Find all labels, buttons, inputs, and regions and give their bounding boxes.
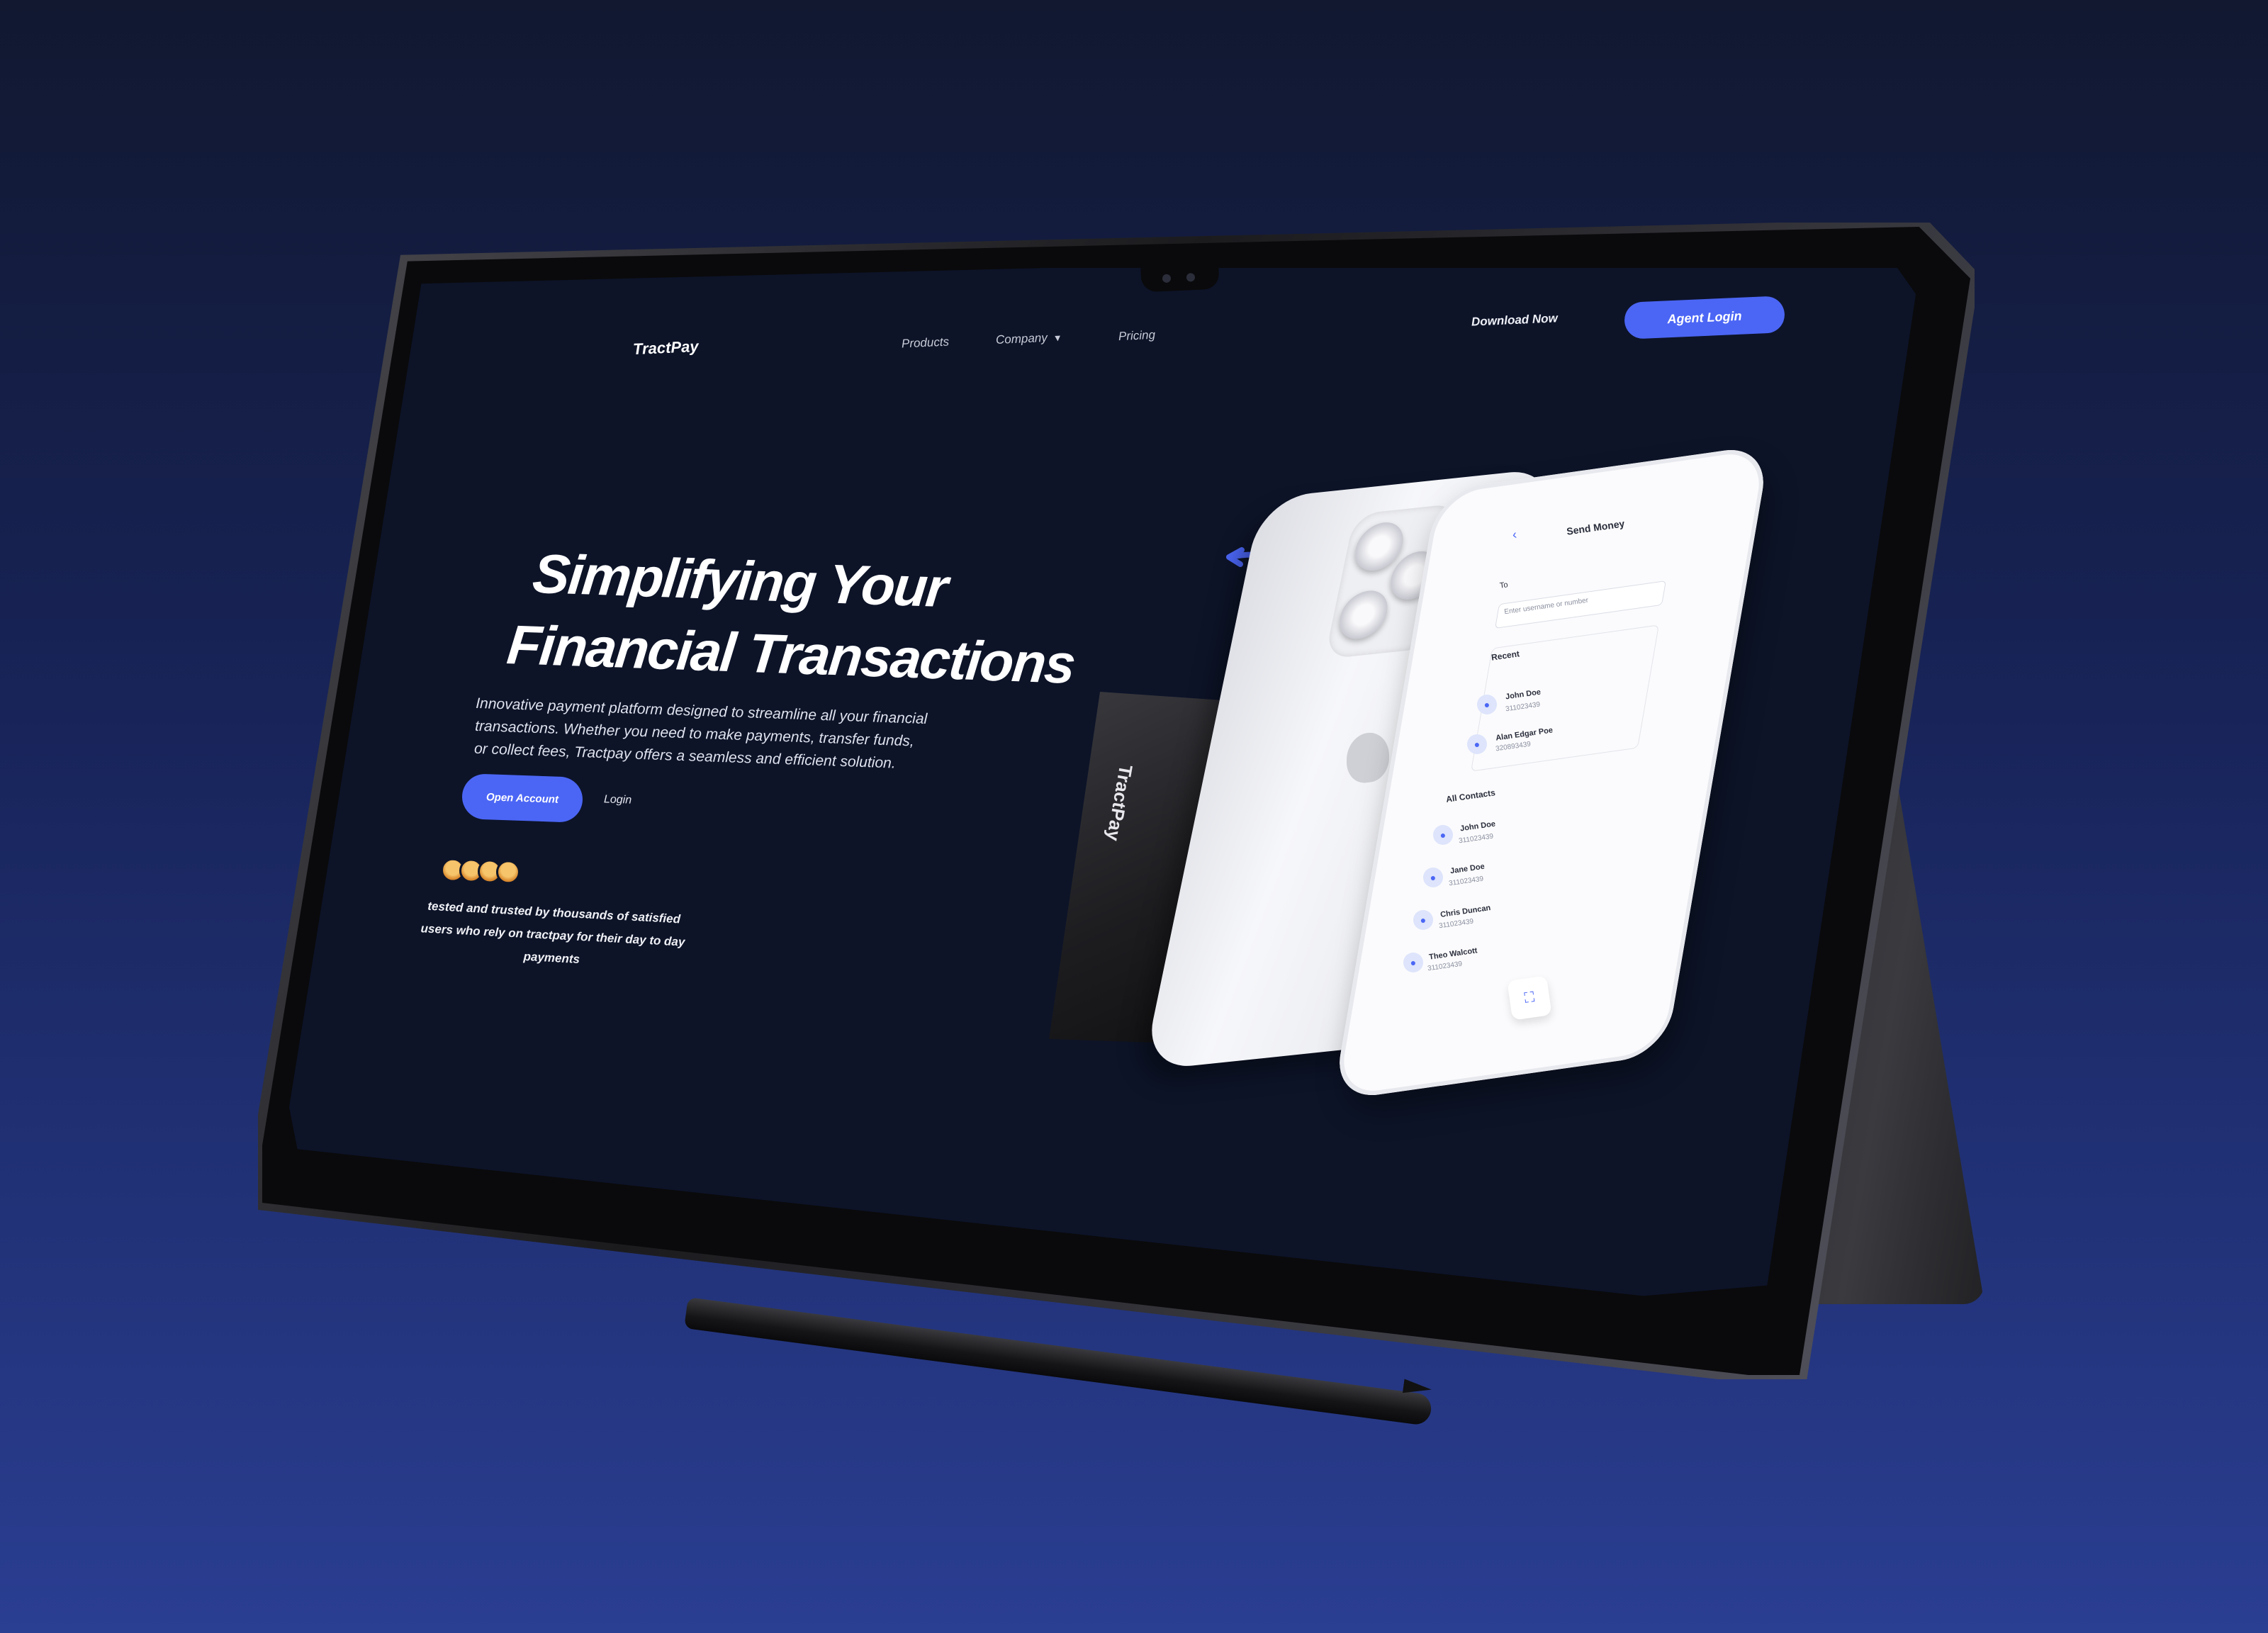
nav-pricing[interactable]: Pricing — [1118, 328, 1156, 344]
avatar — [495, 859, 521, 885]
camera-notch — [1140, 264, 1220, 293]
contact-avatar-icon: ● — [1433, 825, 1453, 845]
nav-company[interactable]: Company ▼ — [996, 330, 1062, 347]
to-label: To — [1499, 580, 1509, 590]
camera-dot — [1186, 273, 1196, 282]
camera-lens-icon — [1335, 588, 1392, 641]
scan-qr-icon[interactable]: ⛶ — [1507, 975, 1552, 1021]
contact-avatar-icon: ● — [1477, 695, 1497, 714]
hero-title-line1: Simplifying Your — [529, 541, 950, 619]
brand-logo[interactable]: TractPay — [632, 337, 699, 359]
open-account-button[interactable]: Open Account — [461, 773, 584, 823]
device-mockup-scene: TractPay Products Company ▼ Pricing Downl… — [0, 0, 2268, 1633]
chevron-down-icon: ▼ — [1052, 332, 1062, 344]
contact-avatar-icon: ● — [1413, 910, 1433, 930]
user-avatars — [440, 858, 521, 885]
trust-text: tested and trusted by thousands of satis… — [420, 899, 685, 967]
nav-products[interactable]: Products — [902, 335, 950, 352]
contact-avatar-icon: ● — [1467, 734, 1487, 754]
contact-avatar-icon: ● — [1423, 868, 1443, 887]
nav-company-label: Company — [995, 330, 1048, 347]
contact-avatar-icon: ● — [1403, 953, 1423, 972]
agent-login-button[interactable]: Agent Login — [1623, 296, 1786, 339]
camera-dot — [1162, 274, 1172, 284]
hero-login-link[interactable]: Login — [604, 793, 632, 807]
